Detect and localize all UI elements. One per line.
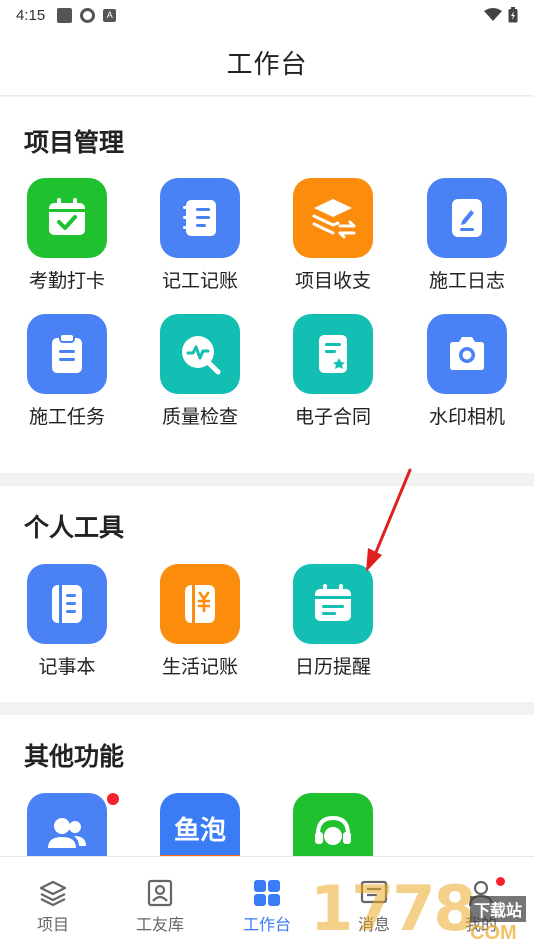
grid-icon [254,880,280,906]
team-icon-box [27,793,107,856]
tab-project[interactable]: 项目 [0,857,106,950]
notebook-list-icon [183,200,216,236]
message-icon [360,880,388,904]
tile-quality-check[interactable]: 质量检查 [145,314,255,434]
tab-worker-library[interactable]: 工友库 [107,857,213,950]
tile-label: 项目收支 [294,271,371,292]
headset-service-icon [315,815,351,845]
calendar-icon [315,584,351,621]
tile-income-expense[interactable]: 项目收支 [278,178,388,298]
tile-watermark-camera[interactable]: 水印相机 [412,314,522,434]
notepad-icon [52,585,82,623]
tab-label: 工作台 [242,917,291,934]
attendance-icon-box [27,178,107,258]
tile-calendar-reminder[interactable]: 日历提醒 [278,564,388,684]
notepad-icon-box [27,564,107,644]
tab-label: 项目 [36,917,69,934]
camera-icon [450,337,484,370]
tile-label: 施工任务 [28,407,105,428]
calendar-reminder-icon-box [293,564,373,644]
calendar-check-icon [49,198,85,235]
contract-star-icon [319,335,347,373]
tab-workbench[interactable]: 工作台 [214,857,320,950]
tile-notepad[interactable]: 记事本 [12,564,122,684]
tile-label: 记事本 [38,657,96,678]
notification-square-icon [57,7,73,23]
page-header: 工作台 [0,30,534,96]
tile-work-record[interactable]: 记工记账 [145,178,255,298]
tab-mine[interactable]: 我的 [428,857,534,950]
tab-label: 我的 [464,917,497,934]
tile-label: 考勤打卡 [28,271,105,292]
tile-team[interactable] [12,793,122,856]
construction-task-icon-box [27,314,107,394]
section-title: 项目管理 [24,129,125,157]
e-contract-icon-box [293,314,373,394]
construction-log-icon-box [427,178,507,258]
section-project-management: 项目管理 考勤打卡 记工记账 项目收支 施工日志 施工任务 质量检查 电子合同 … [0,97,534,473]
tab-messages[interactable]: 消息 [321,857,427,950]
document-edit-icon [452,199,482,237]
tile-life-ledger[interactable]: 生活记账 [145,564,255,684]
notification-sync-icon [80,7,96,23]
magnifier-pulse-icon [182,336,221,375]
work-record-icon-box [160,178,240,258]
tile-yupao[interactable]: 鱼泡 [145,793,255,856]
tile-label: 生活记账 [161,657,238,678]
notification-dot [496,877,505,886]
tile-customer-service[interactable] [278,793,388,856]
tile-label: 电子合同 [294,407,371,428]
bottom-tab-bar: 项目 工友库 工作台 消息 我的 [0,856,534,950]
tile-construction-task[interactable]: 施工任务 [12,314,122,434]
tile-e-contract[interactable]: 电子合同 [278,314,388,434]
section-other-functions: 其他功能 鱼泡 [0,715,534,856]
watermark-camera-icon-box [427,314,507,394]
status-bar: 4:15 A [0,0,534,30]
tile-label: 水印相机 [428,407,505,428]
tile-label: 质量检查 [161,407,238,428]
wifi-icon [484,8,502,21]
notification-dot [107,793,119,805]
notification-a-icon: A [103,8,117,22]
tile-label: 施工日志 [428,271,505,292]
yupao-logo-icon: 鱼泡 [173,814,226,845]
section-title: 其他功能 [24,743,125,771]
tile-construction-log[interactable]: 施工日志 [412,178,522,298]
life-ledger-icon-box [160,564,240,644]
user-icon [468,880,494,907]
tile-label: 记工记账 [161,271,238,292]
page-title: 工作台 [226,49,308,79]
yuan-ledger-icon [185,585,215,623]
customer-service-icon-box [293,793,373,856]
yupao-icon-box: 鱼泡 [160,793,240,856]
tab-label: 工友库 [135,917,184,934]
users-icon [48,818,86,848]
income-expense-icon-box [293,178,373,258]
clipboard-icon [52,333,82,373]
tile-attendance[interactable]: 考勤打卡 [12,178,122,298]
contact-card-icon [147,879,173,907]
section-title: 个人工具 [24,514,125,542]
section-personal-tools: 个人工具 记事本 生活记账 日历提醒 [0,486,534,702]
quality-check-icon-box [160,314,240,394]
layers-exchange-icon [312,199,356,239]
status-time: 4:15 [16,6,46,24]
tab-label: 消息 [357,917,390,934]
tile-label: 日历提醒 [294,657,371,678]
battery-icon [508,7,518,23]
layers-icon [39,880,67,907]
